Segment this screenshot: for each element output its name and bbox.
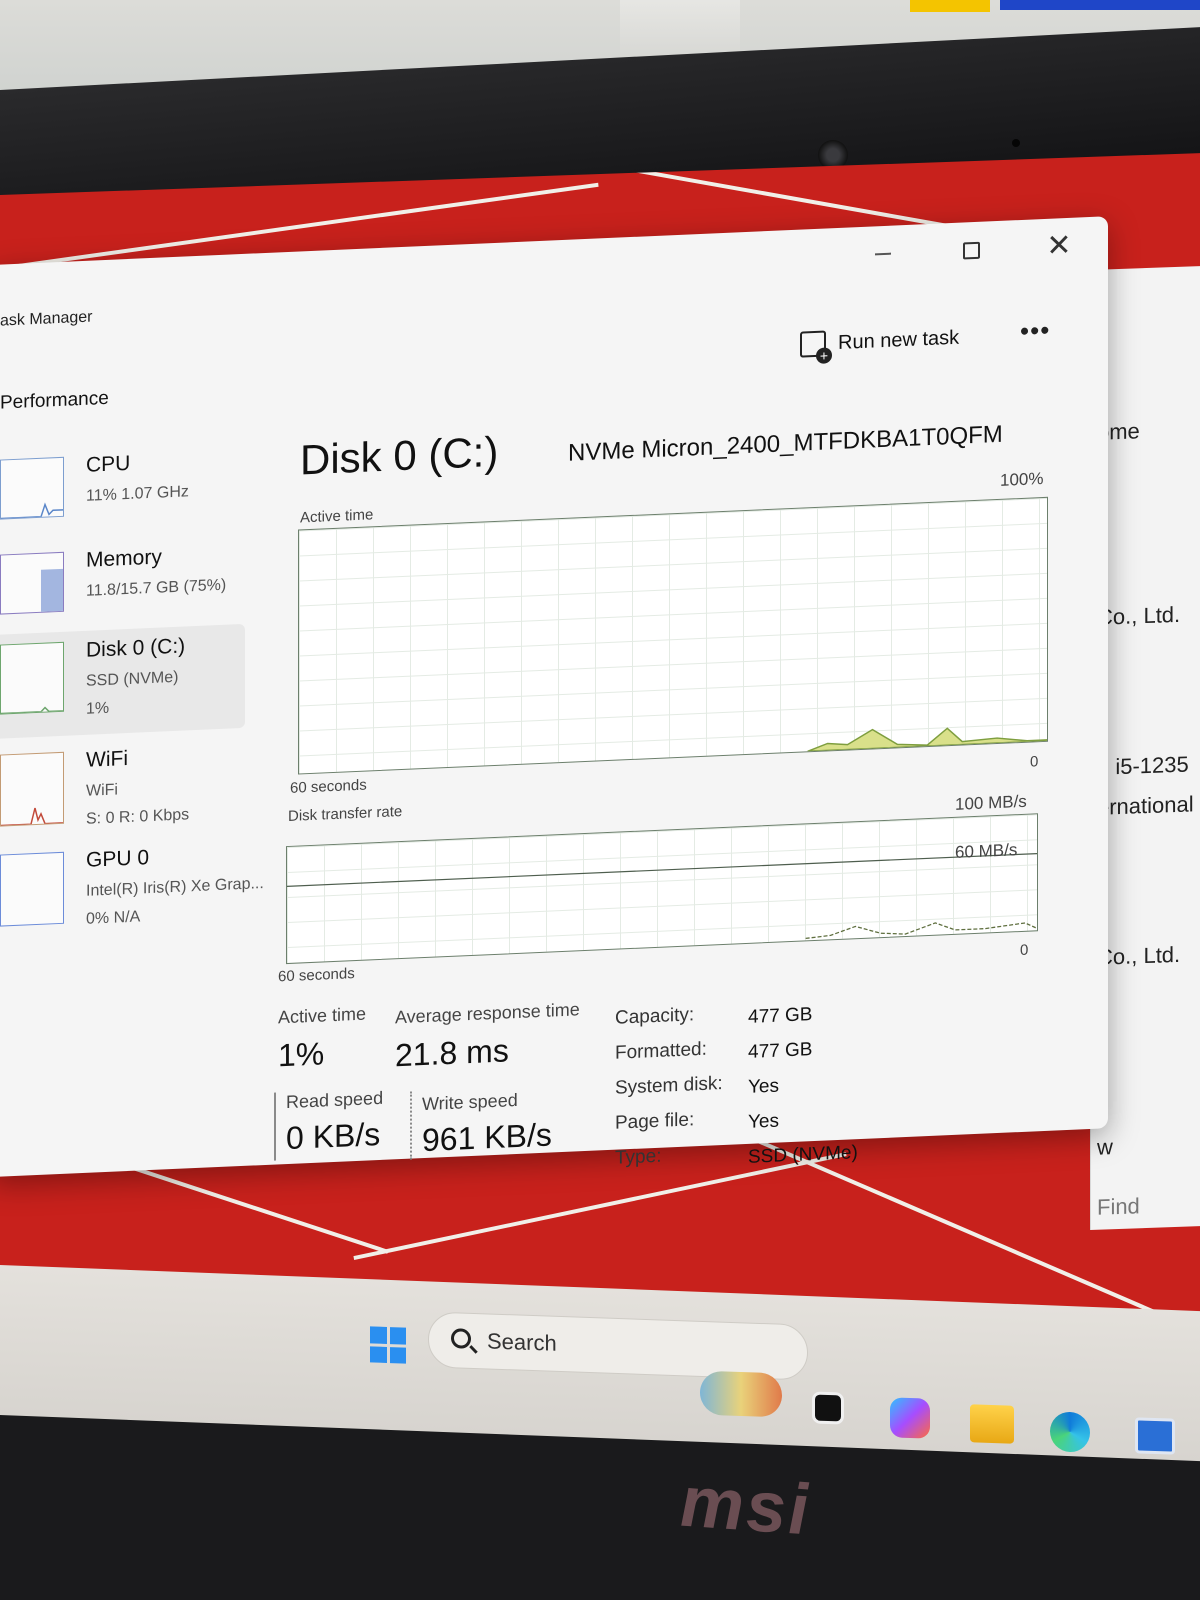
wifi-mini-graph [0, 751, 64, 827]
active-time-duration-label: 60 seconds [290, 776, 367, 797]
sidebar-item-detail: Intel(R) Iris(R) Xe Grap... [86, 875, 264, 900]
transfer-max-label: 100 MB/s [955, 791, 1027, 814]
sidebar-item-label: WiFi [86, 746, 128, 772]
page-file-key: Page file: [615, 1109, 695, 1134]
active-time-min-label: 0 [1030, 753, 1039, 771]
capacity-key: Capacity: [615, 1004, 695, 1029]
minimize-icon [875, 252, 891, 256]
active-time-graph-label: Active time [300, 506, 374, 527]
transfer-duration-label: 60 seconds [278, 965, 355, 986]
sidebar-item-detail: 11.8/15.7 GB (75%) [86, 576, 227, 600]
sidebar-item-cpu[interactable]: CPU 11% 1.07 GHz [0, 439, 245, 540]
system-disk-key: System disk: [615, 1073, 723, 1099]
sidebar-item-memory[interactable]: Memory 11.8/15.7 GB (75%) [0, 534, 245, 635]
write-speed-divider [410, 1091, 412, 1160]
webcam-indicator [1012, 139, 1020, 147]
start-button[interactable] [370, 1326, 406, 1364]
back-window-text: l) i5-1235 [1097, 751, 1189, 780]
transfer-rate-graph [286, 813, 1038, 965]
type-key: Type: [615, 1145, 662, 1169]
more-options-button[interactable]: ••• [1020, 315, 1050, 347]
capacity-value: 477 GB [748, 1004, 813, 1028]
gpu-mini-graph [0, 851, 64, 927]
sidebar-item-label: Disk 0 (C:) [86, 634, 186, 662]
close-button[interactable]: ✕ [1036, 225, 1082, 267]
page-file-value: Yes [748, 1110, 779, 1133]
sidebar-item-usage: 1% [86, 699, 110, 718]
avg-response-value: 21.8 ms [395, 1032, 509, 1074]
back-window-text: Co., Ltd. [1097, 601, 1181, 630]
windows-logo-icon [370, 1345, 387, 1363]
windows-logo-icon [370, 1326, 387, 1344]
windows-logo-icon [389, 1327, 406, 1345]
close-icon: ✕ [1046, 228, 1072, 263]
active-time-graph [298, 496, 1048, 775]
avg-response-label: Average response time [395, 999, 580, 1028]
sidebar-item-usage: 0% N/A [86, 908, 141, 928]
back-window-text: Co., Ltd. [1097, 941, 1181, 970]
sidebar-item-detail: WiFi [86, 781, 118, 800]
transfer-mid-label: 60 MB/s [955, 840, 1018, 862]
app-title: ask Manager [0, 308, 93, 330]
widget-icon[interactable] [700, 1370, 782, 1418]
task-manager-taskbar-icon[interactable] [1135, 1417, 1175, 1455]
read-speed-value: 0 KB/s [286, 1115, 381, 1157]
active-time-stat-label: Active time [278, 1003, 367, 1028]
disk-model: NVMe Micron_2400_MTFDKBA1T0QFM [568, 420, 1003, 467]
sidebar-item-detail: SSD (NVMe) [86, 668, 179, 690]
copilot-icon[interactable] [890, 1397, 930, 1439]
sidebar-item-disk[interactable]: Disk 0 (C:) SSD (NVMe) 1% [0, 623, 245, 739]
sidebar-item-label: Memory [86, 545, 162, 572]
disk-title: Disk 0 (C:) [300, 427, 499, 484]
write-speed-label: Write speed [422, 1089, 518, 1115]
disk-mini-graph [0, 641, 64, 715]
sidebar-item-wifi[interactable]: WiFi WiFi S: 0 R: 0 Kbps [0, 734, 245, 835]
yellow-sign [910, 0, 990, 12]
write-speed-value: 961 KB/s [422, 1116, 552, 1159]
run-task-icon [800, 330, 826, 358]
find-button[interactable]: Find [1097, 1193, 1140, 1220]
active-time-max-label: 100% [1000, 469, 1044, 490]
sidebar-item-detail: 11% 1.07 GHz [86, 483, 189, 505]
memory-mini-graph [0, 551, 64, 615]
formatted-key: Formatted: [615, 1038, 707, 1064]
read-speed-label: Read speed [286, 1087, 384, 1113]
sidebar-item-label: GPU 0 [86, 846, 150, 872]
run-new-task-label: Run new task [838, 326, 960, 354]
file-explorer-icon[interactable] [970, 1404, 1014, 1444]
edge-browser-icon[interactable] [1050, 1411, 1090, 1453]
maximize-button[interactable] [948, 229, 994, 271]
formatted-value: 477 GB [748, 1039, 813, 1063]
task-manager-window[interactable]: ask Manager ✕ Performance Run new task •… [0, 216, 1108, 1177]
blue-sign [1000, 0, 1200, 10]
back-window-text: ernational [1097, 791, 1194, 820]
transfer-min-label: 0 [1020, 941, 1029, 960]
active-time-stat-value: 1% [278, 1035, 325, 1074]
run-new-task-button[interactable]: Run new task [800, 318, 959, 365]
terminal-icon[interactable] [812, 1391, 844, 1425]
search-placeholder: Search [487, 1328, 557, 1356]
laptop-brand-logo: msi [680, 1461, 811, 1551]
maximize-icon [962, 241, 980, 260]
minimize-button[interactable] [860, 233, 906, 275]
read-speed-divider [274, 1092, 276, 1161]
back-window-text: w [1097, 1134, 1113, 1160]
sidebar-item-usage: S: 0 R: 0 Kbps [86, 806, 190, 828]
page-title: Performance [0, 387, 109, 414]
system-disk-value: Yes [748, 1075, 779, 1098]
search-icon [451, 1328, 471, 1349]
windows-logo-icon [389, 1346, 406, 1364]
transfer-graph-label: Disk transfer rate [288, 803, 403, 825]
cpu-mini-graph [0, 456, 64, 520]
sidebar-item-gpu[interactable]: GPU 0 Intel(R) Iris(R) Xe Grap... 0% N/A [0, 834, 264, 935]
sidebar-item-label: CPU [86, 451, 131, 477]
